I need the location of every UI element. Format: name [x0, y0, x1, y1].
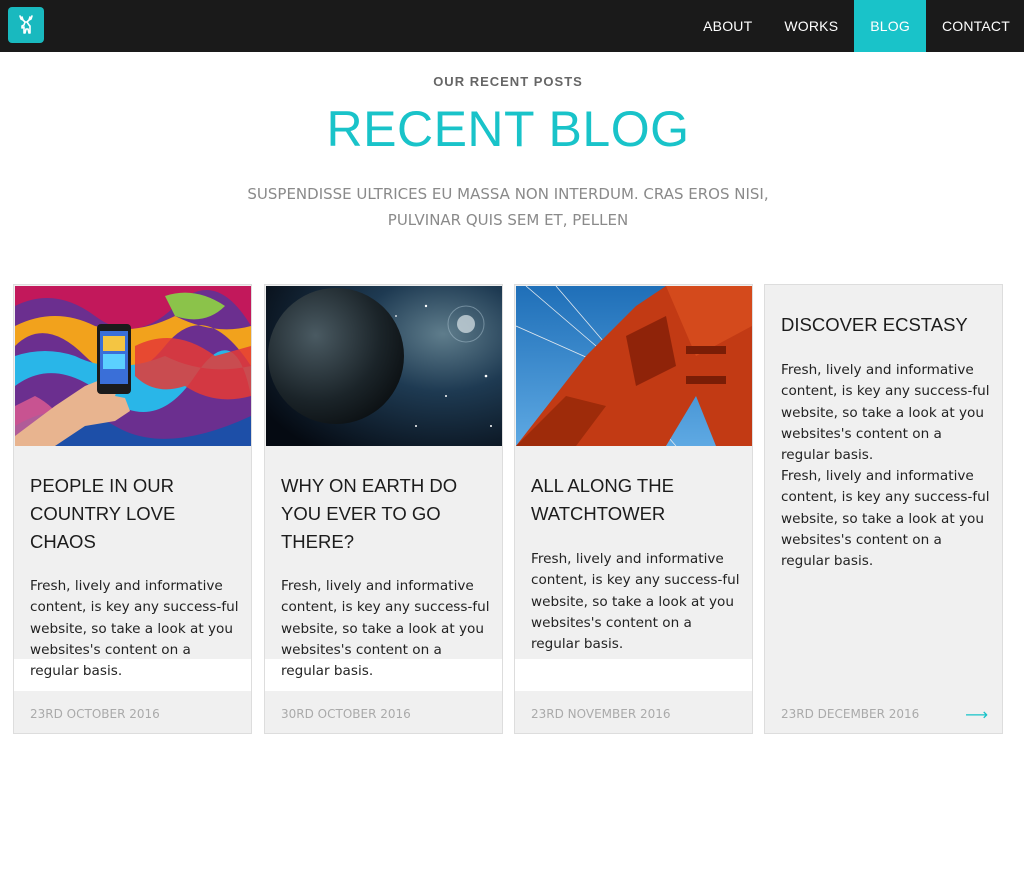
- card-title-line: WATCHTOWER: [531, 503, 666, 524]
- navbar: ABOUT WORKS BLOG CONTACT: [0, 0, 1024, 52]
- card-title[interactable]: WHY ON EARTH DO YOU EVER TO GO THERE?: [281, 472, 486, 556]
- card-title-line: CHAOS: [30, 531, 96, 552]
- card-title[interactable]: DISCOVER ECSTASY: [781, 311, 986, 339]
- section-kicker: OUR RECENT POSTS: [433, 74, 583, 89]
- logo[interactable]: [8, 7, 44, 43]
- card-excerpt-2: Fresh, lively and informative content, i…: [781, 468, 990, 570]
- arrow-right-icon[interactable]: ⟶: [965, 705, 988, 724]
- card-divider: [515, 659, 752, 691]
- section-subtitle: SUSPENDISSE ULTRICES EU MASSA NON INTERD…: [240, 181, 776, 233]
- card-title-line: THERE?: [281, 531, 354, 552]
- card-title-line: PEOPLE IN OUR: [30, 475, 174, 496]
- card-title[interactable]: ALL ALONG THE WATCHTOWER: [531, 472, 736, 528]
- card-title-line: ALL ALONG THE: [531, 475, 674, 496]
- card-title-line: DISCOVER ECSTASY: [781, 314, 968, 335]
- nav-item-blog[interactable]: BLOG: [854, 0, 926, 52]
- card-excerpt: Fresh, lively and informative content, i…: [30, 578, 239, 680]
- card-title-line: COUNTRY LOVE: [30, 503, 176, 524]
- card-date: 23RD OCTOBER 2016: [30, 707, 160, 721]
- card-date: 30RD OCTOBER 2016: [281, 707, 411, 721]
- card-date: 23RD DECEMBER 2016: [781, 707, 920, 721]
- nav-item-about[interactable]: ABOUT: [687, 0, 768, 52]
- nav-item-works[interactable]: WORKS: [768, 0, 854, 52]
- card-excerpt: Fresh, lively and informative content, i…: [781, 362, 990, 464]
- nav-item-contact[interactable]: CONTACT: [926, 0, 1024, 52]
- subtitle-line-2: PULVINAR QUIS SEM ET, PELLEN: [387, 211, 629, 229]
- card-title-line: YOU EVER TO GO: [281, 503, 441, 524]
- blog-card[interactable]: ALL ALONG THE WATCHTOWER Fresh, lively a…: [514, 284, 753, 734]
- card-excerpt: Fresh, lively and informative content, i…: [531, 551, 740, 653]
- planet-space-photo[interactable]: [266, 286, 502, 446]
- card-title-line: WHY ON EARTH DO: [281, 475, 458, 496]
- golden-gate-bridge-photo[interactable]: [516, 286, 752, 446]
- main-nav: ABOUT WORKS BLOG CONTACT: [687, 0, 1024, 52]
- page-title: RECENT BLOG: [326, 101, 690, 157]
- blog-card[interactable]: DISCOVER ECSTASY Fresh, lively and infor…: [764, 284, 1003, 734]
- card-date: 23RD NOVEMBER 2016: [531, 707, 671, 721]
- card-title[interactable]: PEOPLE IN OUR COUNTRY LOVE CHAOS: [30, 472, 235, 556]
- graffiti-phone-photo[interactable]: [15, 286, 251, 446]
- card-excerpt: Fresh, lively and informative content, i…: [281, 578, 490, 680]
- subtitle-line-1: SUSPENDISSE ULTRICES EU MASSA NON INTERD…: [247, 185, 769, 203]
- deer-icon: [19, 15, 33, 34]
- blog-card[interactable]: WHY ON EARTH DO YOU EVER TO GO THERE? Fr…: [264, 284, 503, 734]
- blog-card[interactable]: PEOPLE IN OUR COUNTRY LOVE CHAOS Fresh, …: [13, 284, 252, 734]
